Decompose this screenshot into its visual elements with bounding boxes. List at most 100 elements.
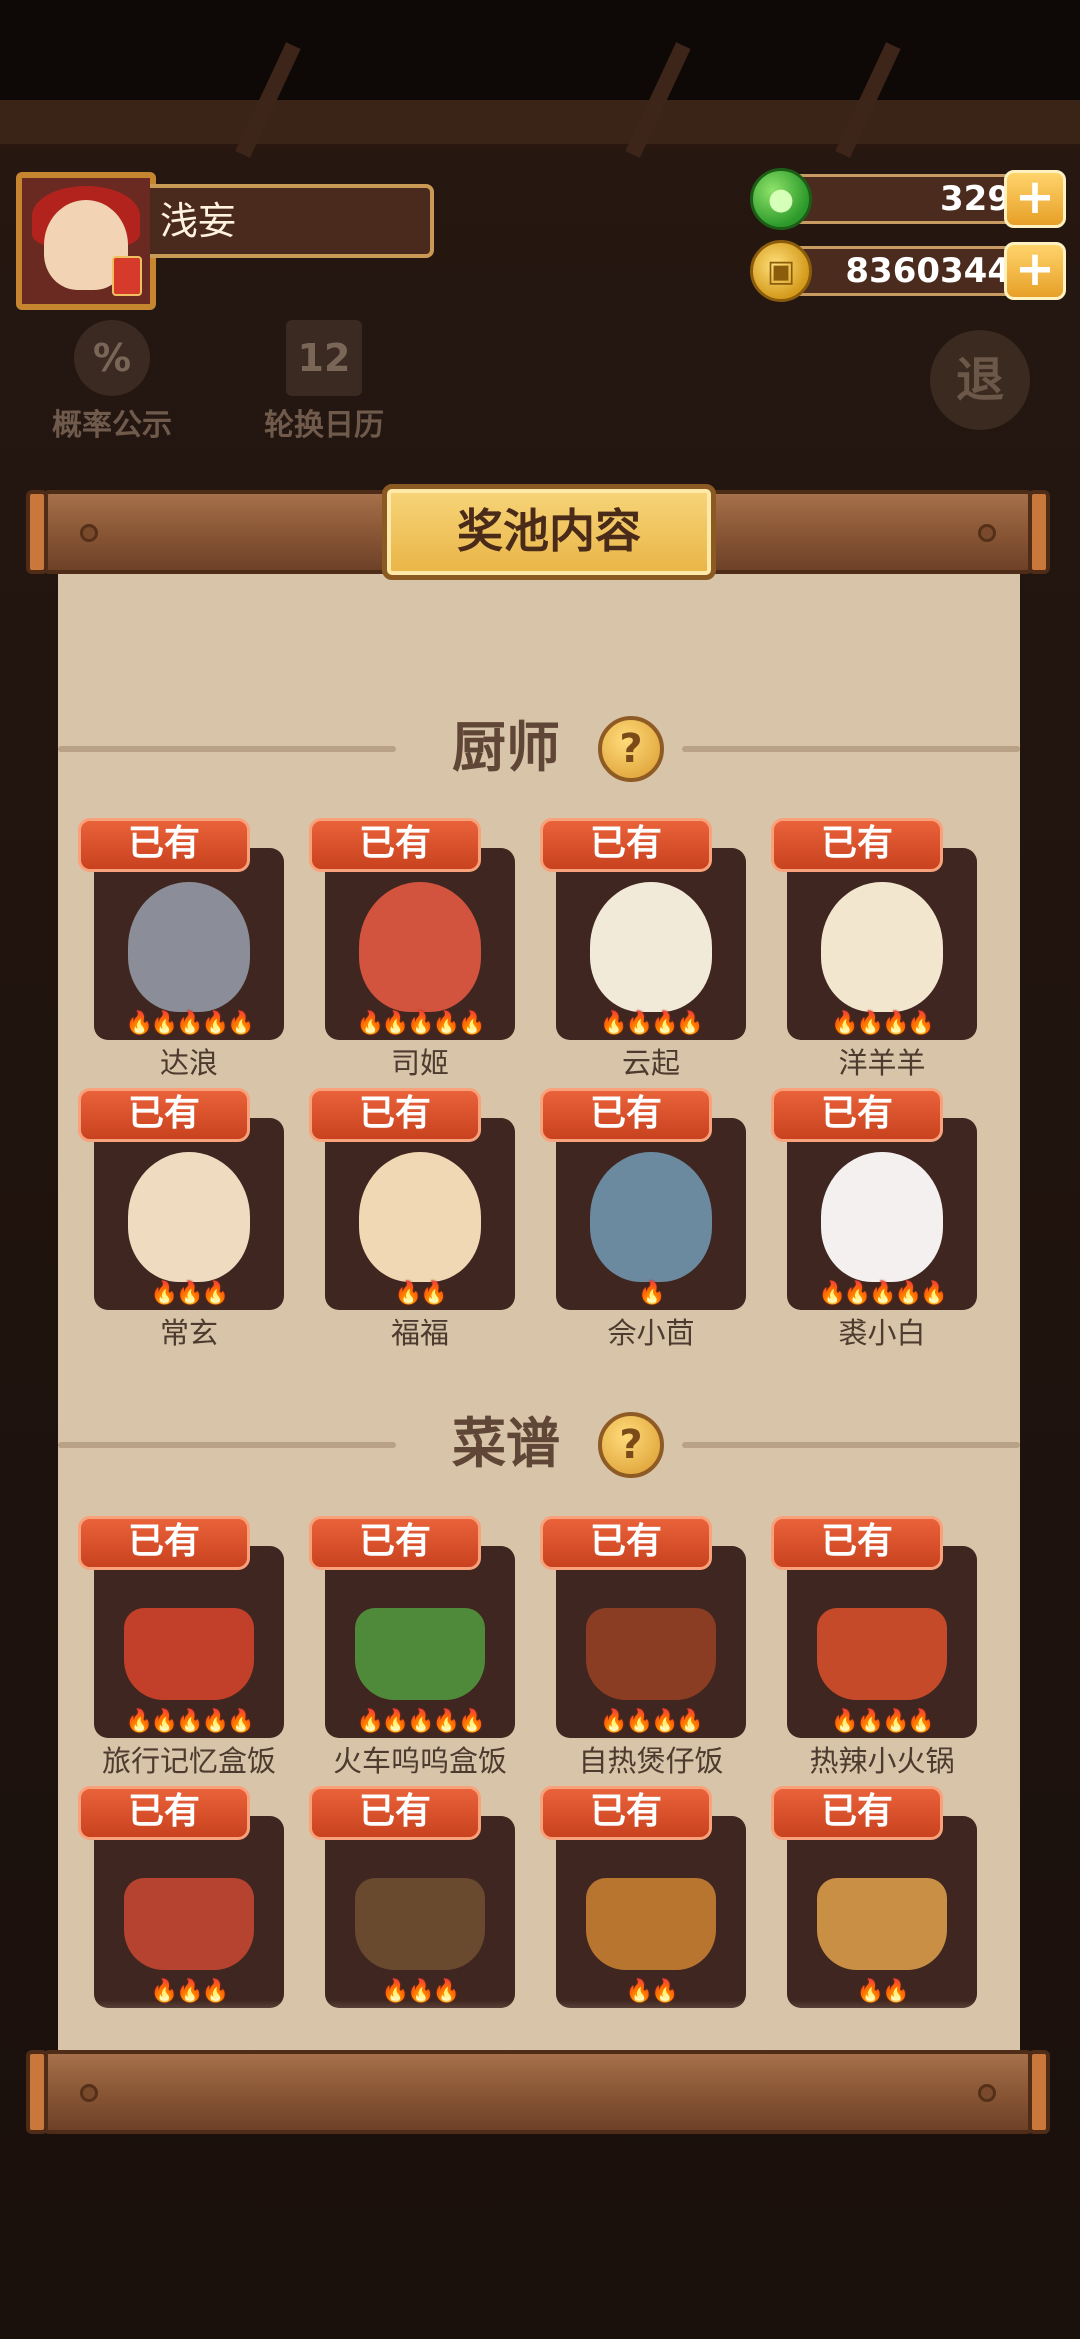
rarity-flames: 🔥🔥🔥🔥 (600, 1709, 704, 1734)
ceiling-beam (0, 100, 1080, 150)
divider (682, 746, 1020, 752)
owned-badge: 已有 (771, 1088, 943, 1142)
nail (80, 2084, 98, 2102)
recipe-portrait: 🔥🔥🔥🔥 (556, 1546, 746, 1738)
owned-badge: 已有 (309, 1786, 481, 1840)
chefs-help-button[interactable]: ? (598, 716, 664, 782)
recipe-name: 旅行记忆盒饭 (101, 1744, 276, 1778)
recipe-illustration (124, 1878, 254, 1970)
rarity-flames: 🔥🔥🔥🔥🔥 (356, 1011, 486, 1036)
recipe-illustration (586, 1608, 716, 1700)
recipe-portrait: 🔥🔥🔥 (94, 1816, 284, 2008)
probability-label: 概率公示 (52, 408, 172, 443)
rod-cap (1028, 490, 1050, 574)
owned-badge: 已有 (78, 1516, 250, 1570)
coin-counter: 8360344 ▣ + (750, 240, 1066, 302)
owned-badge: 已有 (771, 818, 943, 872)
rarity-flames: 🔥🔥🔥🔥 (600, 1011, 704, 1036)
recipe-portrait: 🔥🔥 (556, 1816, 746, 2008)
divider (58, 1442, 396, 1448)
rarity-flames: 🔥🔥 (394, 1281, 448, 1306)
recipe-card[interactable]: 已有 🔥🔥🔥🔥🔥 旅行记忆盒饭 (78, 1516, 308, 1778)
rarity-flames: 🔥🔥🔥🔥 (831, 1011, 935, 1036)
chef-card[interactable]: 已有 🔥🔥🔥🔥🔥 裘小白 (771, 1088, 1001, 1350)
rod-cap (26, 490, 48, 574)
recipes-section-header: 菜谱 ? (58, 1404, 1020, 1484)
recipe-illustration (355, 1878, 485, 1970)
recipe-name: 热辣小火锅 (809, 1744, 955, 1778)
owned-badge: 已有 (78, 1786, 250, 1840)
recipe-portrait: 🔥🔥 (787, 1816, 977, 2008)
rarity-flames: 🔥🔥🔥 (150, 1281, 229, 1306)
recipe-card[interactable]: 已有 🔥🔥🔥🔥 热辣小火锅 (771, 1516, 1001, 1778)
prize-pool-paper: 厨师 ? 已有 🔥🔥🔥🔥🔥 达浪 已有 🔥🔥🔥🔥🔥 司姬 已有 🔥🔥🔥🔥 云起 已有 🔥🔥🔥🔥 洋羊羊… (58, 574, 1020, 2050)
recipe-illustration (817, 1608, 947, 1700)
rod-cap (1028, 2050, 1050, 2134)
exit-button[interactable]: 退 (930, 330, 1030, 430)
recipe-portrait: 🔥🔥🔥🔥 (787, 1546, 977, 1738)
add-gems-button[interactable]: + (1004, 170, 1066, 228)
chef-card[interactable]: 已有 🔥🔥🔥 常玄 (78, 1088, 308, 1350)
nail (978, 524, 996, 542)
chef-portrait: 🔥🔥🔥🔥🔥 (787, 1118, 977, 1310)
recipe-illustration (586, 1878, 716, 1970)
owned-badge: 已有 (78, 1088, 250, 1142)
calendar-label: 轮换日历 (264, 408, 384, 443)
recipe-card[interactable]: 已有 🔥🔥🔥🔥 自热煲仔饭 (540, 1516, 770, 1778)
chef-card[interactable]: 已有 🔥🔥🔥🔥🔥 司姬 (309, 818, 539, 1080)
gem-count: 329 (782, 174, 1036, 224)
probability-button[interactable]: % 概率公示 (52, 320, 172, 444)
owned-badge: 已有 (78, 818, 250, 872)
coin-count: 8360344 (782, 246, 1036, 296)
recipe-portrait: 🔥🔥🔥🔥🔥 (94, 1546, 284, 1738)
green-peach-icon: ● (750, 168, 812, 230)
player-avatar[interactable] (16, 172, 156, 310)
chef-portrait: 🔥🔥🔥 (94, 1118, 284, 1310)
percent-icon: % (74, 320, 150, 396)
rod-cap (26, 2050, 48, 2134)
player-name: 浅妄 (150, 184, 434, 258)
chef-portrait: 🔥🔥 (325, 1118, 515, 1310)
recipes-section-title: 菜谱 (452, 1412, 560, 1475)
owned-badge: 已有 (771, 1786, 943, 1840)
chef-card[interactable]: 已有 🔥🔥🔥🔥 云起 (540, 818, 770, 1080)
chef-portrait: 🔥🔥🔥🔥🔥 (94, 848, 284, 1040)
rarity-flames: 🔥🔥🔥🔥 (831, 1709, 935, 1734)
ceiling-shadow (0, 0, 1080, 105)
divider (58, 746, 396, 752)
chefs-section-title: 厨师 (452, 716, 560, 779)
rarity-flames: 🔥🔥🔥🔥🔥 (125, 1011, 255, 1036)
chef-name: 常玄 (159, 1316, 218, 1350)
chef-card[interactable]: 已有 🔥🔥🔥🔥 洋羊羊 (771, 818, 1001, 1080)
add-coins-button[interactable]: + (1004, 242, 1066, 300)
chef-card[interactable]: 已有 🔥🔥 福福 (309, 1088, 539, 1350)
scroll-bottom-rod (26, 2050, 1050, 2134)
chef-card[interactable]: 已有 🔥🔥🔥🔥🔥 达浪 (78, 818, 308, 1080)
recipe-illustration (355, 1608, 485, 1700)
chef-illustration (821, 1152, 943, 1282)
chef-illustration (590, 1152, 712, 1282)
recipe-illustration (124, 1608, 254, 1700)
chef-portrait: 🔥🔥🔥🔥🔥 (325, 848, 515, 1040)
chef-card[interactable]: 已有 🔥 佘小茴 (540, 1088, 770, 1350)
owned-badge: 已有 (309, 818, 481, 872)
recipes-help-button[interactable]: ? (598, 1412, 664, 1478)
calendar-button[interactable]: 12 轮换日历 (264, 320, 384, 444)
owned-badge: 已有 (309, 1088, 481, 1142)
chef-name: 佘小茴 (607, 1316, 695, 1350)
owned-badge: 已有 (771, 1516, 943, 1570)
chefs-section-header: 厨师 ? (58, 708, 1020, 788)
recipe-card[interactable]: 已有 🔥🔥🔥🔥🔥 火车呜呜盒饭 (309, 1516, 539, 1778)
divider (682, 1442, 1020, 1448)
chef-illustration (821, 882, 943, 1012)
chef-name: 云起 (621, 1046, 680, 1080)
chef-portrait: 🔥🔥🔥🔥 (556, 848, 746, 1040)
nail (80, 524, 98, 542)
owned-badge: 已有 (540, 1516, 712, 1570)
recipe-illustration (817, 1878, 947, 1970)
recipe-name: 火车呜呜盒饭 (332, 1744, 507, 1778)
rarity-flames: 🔥🔥🔥🔥🔥 (356, 1709, 486, 1734)
recipe-name: 自热煲仔饭 (578, 1744, 724, 1778)
owned-badge: 已有 (309, 1516, 481, 1570)
chef-illustration (128, 882, 250, 1012)
